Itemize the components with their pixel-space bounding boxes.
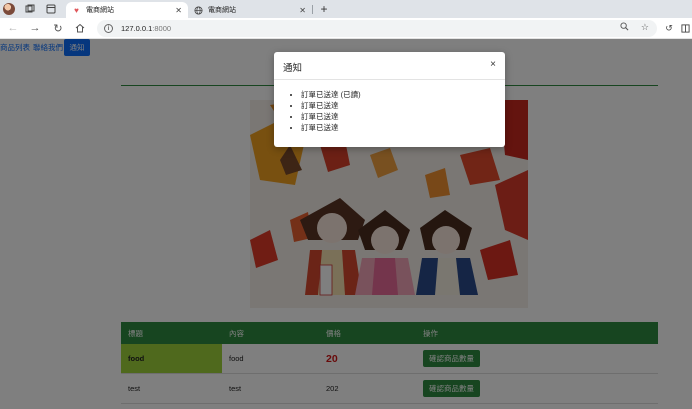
modal-body: 訂單已送達 (已讀) 訂單已送達 訂單已送達 訂單已送達	[274, 81, 505, 133]
tab-label: 電商網站	[208, 7, 236, 14]
notification-item: 訂單已送達	[301, 122, 505, 133]
tab-divider	[312, 5, 313, 14]
globe-icon	[194, 5, 203, 15]
browser-toolbar: ← → ↻ i 127.0.0.1:8000 ☆ ↺	[0, 18, 692, 39]
tab-label: 電商網站	[86, 7, 114, 14]
address-bar[interactable]: i 127.0.0.1:8000 ☆	[97, 20, 657, 37]
notification-modal: 通知 × 訂單已送達 (已讀) 訂單已送達 訂單已送達 訂單已送達	[274, 52, 505, 147]
notification-list: 訂單已送達 (已讀) 訂單已送達 訂單已送達 訂單已送達	[301, 89, 505, 133]
tab-ecommerce[interactable]: 電商網站 ✕	[188, 2, 312, 18]
refresh-extension-icon[interactable]: ↺	[662, 21, 676, 35]
forward-arrow-icon[interactable]: →	[28, 21, 42, 35]
modal-title: 通知	[283, 63, 303, 74]
url-port: :8000	[152, 24, 172, 33]
zoom-search-icon[interactable]	[620, 22, 629, 33]
close-icon[interactable]: ×	[490, 59, 496, 70]
close-icon[interactable]: ✕	[299, 6, 306, 15]
notification-item: 訂單已送達	[301, 100, 505, 111]
back-arrow-icon[interactable]: ←	[6, 21, 20, 35]
notification-item: 訂單已送達 (已讀)	[301, 89, 505, 100]
site-info-icon[interactable]: i	[104, 24, 113, 33]
profile-avatar[interactable]	[3, 3, 15, 15]
notification-item: 訂單已送達	[301, 111, 505, 122]
tab-ecommerce-active[interactable]: ♥ 電商網站 ✕	[66, 2, 188, 18]
url-host: 127.0.0.1	[121, 24, 153, 33]
browser-tab-bar: ♥ 電商網站 ✕ 電商網站 ✕ +	[0, 0, 692, 18]
modal-header: 通知 ×	[274, 52, 505, 80]
tab-groups-icon[interactable]	[24, 3, 36, 15]
workspaces-icon[interactable]	[45, 3, 57, 15]
close-icon[interactable]: ✕	[175, 6, 182, 15]
reload-icon[interactable]: ↻	[51, 21, 65, 35]
favorite-star-icon[interactable]: ☆	[641, 22, 649, 33]
new-tab-plus-icon[interactable]: +	[317, 2, 331, 16]
split-screen-icon[interactable]	[678, 21, 692, 35]
heart-favicon-icon: ♥	[74, 5, 79, 15]
home-icon[interactable]	[73, 21, 87, 35]
